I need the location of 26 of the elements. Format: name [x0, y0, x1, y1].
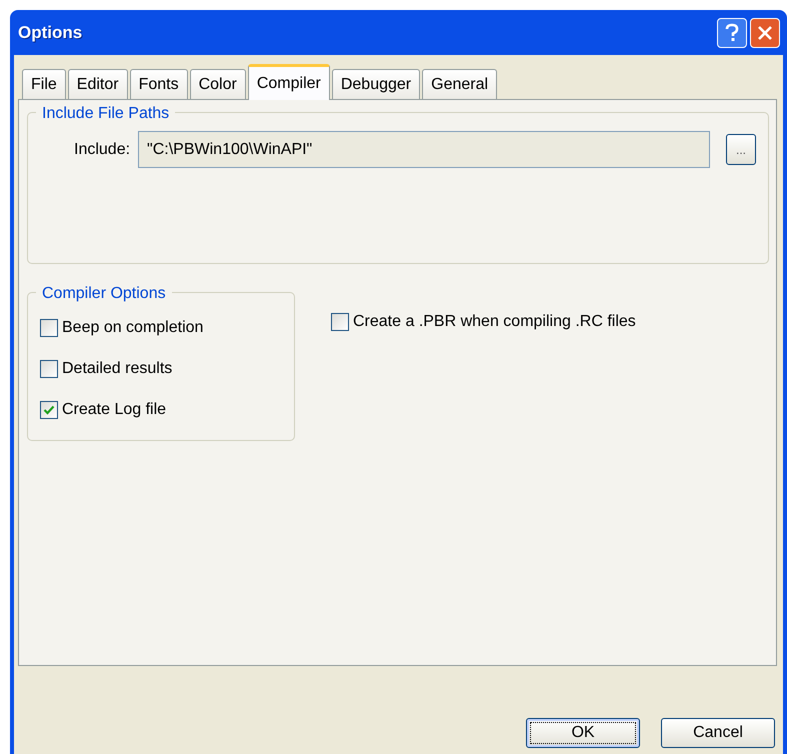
window-title: Options	[18, 22, 84, 44]
checkbox-label: Detailed results	[62, 358, 172, 378]
checkbox[interactable]	[40, 400, 58, 418]
tab[interactable]: File	[22, 69, 66, 99]
checkbox-label: Create a .PBR when compiling .RC files	[353, 312, 636, 332]
close-icon	[757, 24, 773, 40]
checkbox-label: Beep on completion	[62, 318, 204, 338]
checkbox[interactable]	[331, 312, 349, 330]
tab[interactable]: Editor	[68, 69, 128, 99]
ok-button[interactable]: OK	[526, 718, 640, 748]
help-button[interactable]	[717, 18, 747, 48]
checkbox[interactable]	[40, 360, 58, 378]
tab[interactable]: General	[422, 69, 498, 99]
tab[interactable]: Color	[190, 69, 246, 99]
tab[interactable]: Debugger	[332, 69, 420, 99]
tab[interactable]: Fonts	[130, 69, 188, 99]
check-icon	[43, 404, 55, 416]
include-label: Include:	[74, 140, 130, 160]
browse-button[interactable]: ...	[726, 134, 756, 165]
checkbox-label: Create Log file	[62, 400, 166, 420]
close-button[interactable]	[750, 18, 780, 48]
help-icon	[724, 22, 740, 42]
include-field[interactable]: "C:\PBWin100\WinAPI"	[138, 131, 710, 168]
tab[interactable]: Compiler	[248, 64, 330, 100]
checkbox[interactable]	[40, 318, 58, 336]
cancel-button[interactable]: Cancel	[661, 718, 775, 748]
